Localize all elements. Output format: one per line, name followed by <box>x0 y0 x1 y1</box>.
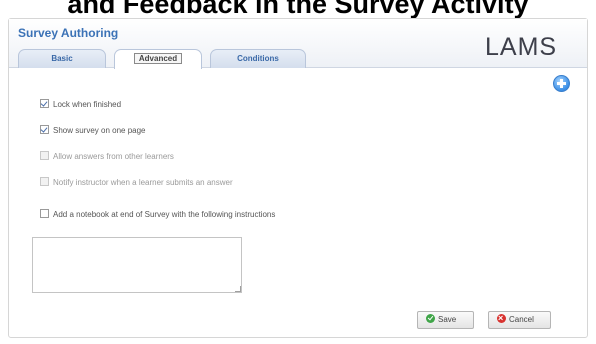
option-label: Show survey on one page <box>53 126 146 135</box>
tab-conditions[interactable]: Conditions <box>210 49 306 68</box>
check-circle-icon <box>426 314 435 324</box>
lock-when-finished-checkbox[interactable] <box>40 99 49 109</box>
tab-advanced[interactable]: Advanced <box>114 49 202 69</box>
save-button-label: Save <box>438 315 457 324</box>
save-button[interactable]: Save <box>417 311 474 329</box>
option-label: Add a notebook at end of Survey with the… <box>53 210 276 219</box>
notify-instructor-checkbox <box>40 177 49 187</box>
notebook-instructions-textarea[interactable] <box>32 237 242 293</box>
add-notebook-checkbox[interactable] <box>40 209 49 219</box>
option-allow-other-answers: Allow answers from other learners <box>40 151 174 163</box>
option-label: Lock when finished <box>53 100 122 109</box>
option-label: Notify instructor when a learner submits… <box>53 178 233 187</box>
option-show-on-one-page[interactable]: Show survey on one page <box>40 125 146 137</box>
tab-conditions-label: Conditions <box>237 54 279 63</box>
panel-title: Survey Authoring <box>18 26 119 40</box>
option-add-notebook[interactable]: Add a notebook at end of Survey with the… <box>40 209 275 221</box>
cancel-button[interactable]: Cancel <box>488 310 551 329</box>
plus-circle-icon[interactable] <box>553 75 570 92</box>
option-label: Allow answers from other learners <box>53 152 174 161</box>
lams-logo: LAMS <box>485 33 558 61</box>
page-caption: and Feedback in the Survey Activity <box>67 0 529 19</box>
tab-advanced-label: Advanced <box>133 53 183 64</box>
show-on-one-page-checkbox[interactable] <box>40 125 49 135</box>
option-lock-when-finished[interactable]: Lock when finished <box>40 99 121 111</box>
option-notify-instructor: Notify instructor when a learner submits… <box>40 177 233 189</box>
resize-handle-icon[interactable] <box>235 286 241 292</box>
x-circle-icon <box>497 310 506 326</box>
tab-basic-label: Basic <box>51 54 73 63</box>
cancel-button-label: Cancel <box>509 315 534 324</box>
allow-other-answers-checkbox <box>40 151 49 161</box>
tab-basic[interactable]: Basic <box>18 49 106 68</box>
